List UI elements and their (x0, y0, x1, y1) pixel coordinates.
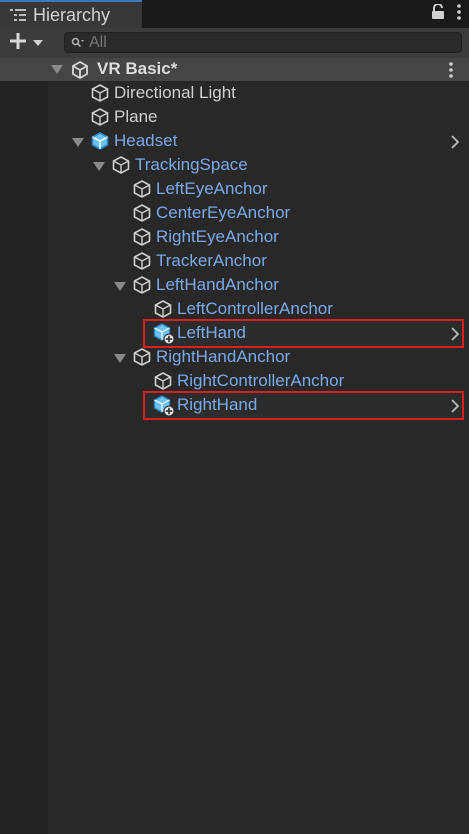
tree-item-label: RightControllerAnchor (177, 371, 345, 390)
gameobject-cube-icon (132, 179, 152, 199)
expand-arrow-icon[interactable] (93, 162, 105, 171)
tree-item-label: Directional Light (114, 83, 236, 102)
tree-item-label: Headset (114, 131, 178, 150)
expand-arrow-icon[interactable] (114, 282, 126, 291)
tree-item-lefthandanchor[interactable]: LeftHandAnchor (48, 273, 469, 297)
panel-tab-bar: Hierarchy (0, 0, 469, 28)
tree-item-plane[interactable]: Plane (48, 105, 469, 129)
tree-item-lefthand[interactable]: LeftHand (48, 321, 469, 345)
lock-icon[interactable] (431, 2, 445, 25)
tree-item-label: LeftHand (177, 323, 246, 342)
hierarchy-list-icon (10, 8, 26, 22)
expand-arrow-icon[interactable] (72, 138, 84, 147)
tree-item-label: RightHandAnchor (156, 347, 291, 366)
expand-arrow-icon[interactable] (51, 65, 63, 74)
gameobject-cube-icon (90, 83, 110, 103)
add-object-dropdown[interactable] (8, 31, 50, 55)
gameobject-cube-icon (132, 347, 152, 367)
scene-name: VR Basic* (97, 59, 178, 78)
tree-item-label: TrackingSpace (135, 155, 248, 174)
hierarchy-tab[interactable]: Hierarchy (0, 0, 142, 28)
hierarchy-gutter (0, 81, 48, 834)
added-prefab-icon (153, 395, 175, 417)
gameobject-cube-icon (111, 155, 131, 175)
search-field[interactable] (64, 32, 462, 53)
tree-item-righteyeanchor[interactable]: RightEyeAnchor (48, 225, 469, 249)
tree-item-label: LeftControllerAnchor (177, 299, 333, 318)
scene-menu-icon[interactable] (449, 62, 453, 83)
tree-item-trackeranchor[interactable]: TrackerAnchor (48, 249, 469, 273)
tree-item-headset[interactable]: Headset (48, 129, 469, 153)
prefab-cube-icon (90, 131, 110, 151)
tree-item-label: RightHand (177, 395, 258, 414)
tree-item-lefteyeanchor[interactable]: LeftEyeAnchor (48, 177, 469, 201)
chevron-right-icon[interactable] (447, 326, 463, 342)
tree-item-leftcontrolleranchor[interactable]: LeftControllerAnchor (48, 297, 469, 321)
tree-item-label: TrackerAnchor (156, 251, 267, 270)
tree-item-trackingspace[interactable]: TrackingSpace (48, 153, 469, 177)
gameobject-cube-icon (153, 371, 173, 391)
hierarchy-toolbar (0, 28, 469, 59)
tree-item-label: LeftEyeAnchor (156, 179, 268, 198)
search-icon (71, 37, 85, 49)
tree-item-centereyeanchor[interactable]: CenterEyeAnchor (48, 201, 469, 225)
gameobject-cube-icon (132, 227, 152, 247)
tree-item-label: LeftHandAnchor (156, 275, 279, 294)
tree-item-righthandanchor[interactable]: RightHandAnchor (48, 345, 469, 369)
tree-item-label: RightEyeAnchor (156, 227, 279, 246)
kebab-menu-icon[interactable] (457, 3, 461, 25)
expand-arrow-icon[interactable] (114, 354, 126, 363)
gameobject-cube-icon (153, 299, 173, 319)
plus-icon (8, 31, 28, 56)
tree-item-label: Plane (114, 107, 158, 126)
panel-title: Hierarchy (33, 4, 111, 25)
tree-item-righthand[interactable]: RightHand (48, 393, 469, 417)
search-input[interactable] (89, 33, 429, 52)
chevron-down-icon (32, 34, 44, 52)
tree-item-label: CenterEyeAnchor (156, 203, 291, 222)
tree-item-directional-light[interactable]: Directional Light (48, 81, 469, 105)
added-prefab-icon (153, 323, 175, 345)
gameobject-cube-icon (132, 203, 152, 223)
gameobject-cube-icon (132, 275, 152, 295)
gameobject-cube-icon (132, 251, 152, 271)
scene-header[interactable]: VR Basic* (0, 58, 469, 81)
chevron-right-icon[interactable] (447, 398, 463, 414)
gameobject-cube-icon (90, 107, 110, 127)
chevron-right-icon[interactable] (447, 134, 463, 150)
tree-item-rightcontrolleranchor[interactable]: RightControllerAnchor (48, 369, 469, 393)
